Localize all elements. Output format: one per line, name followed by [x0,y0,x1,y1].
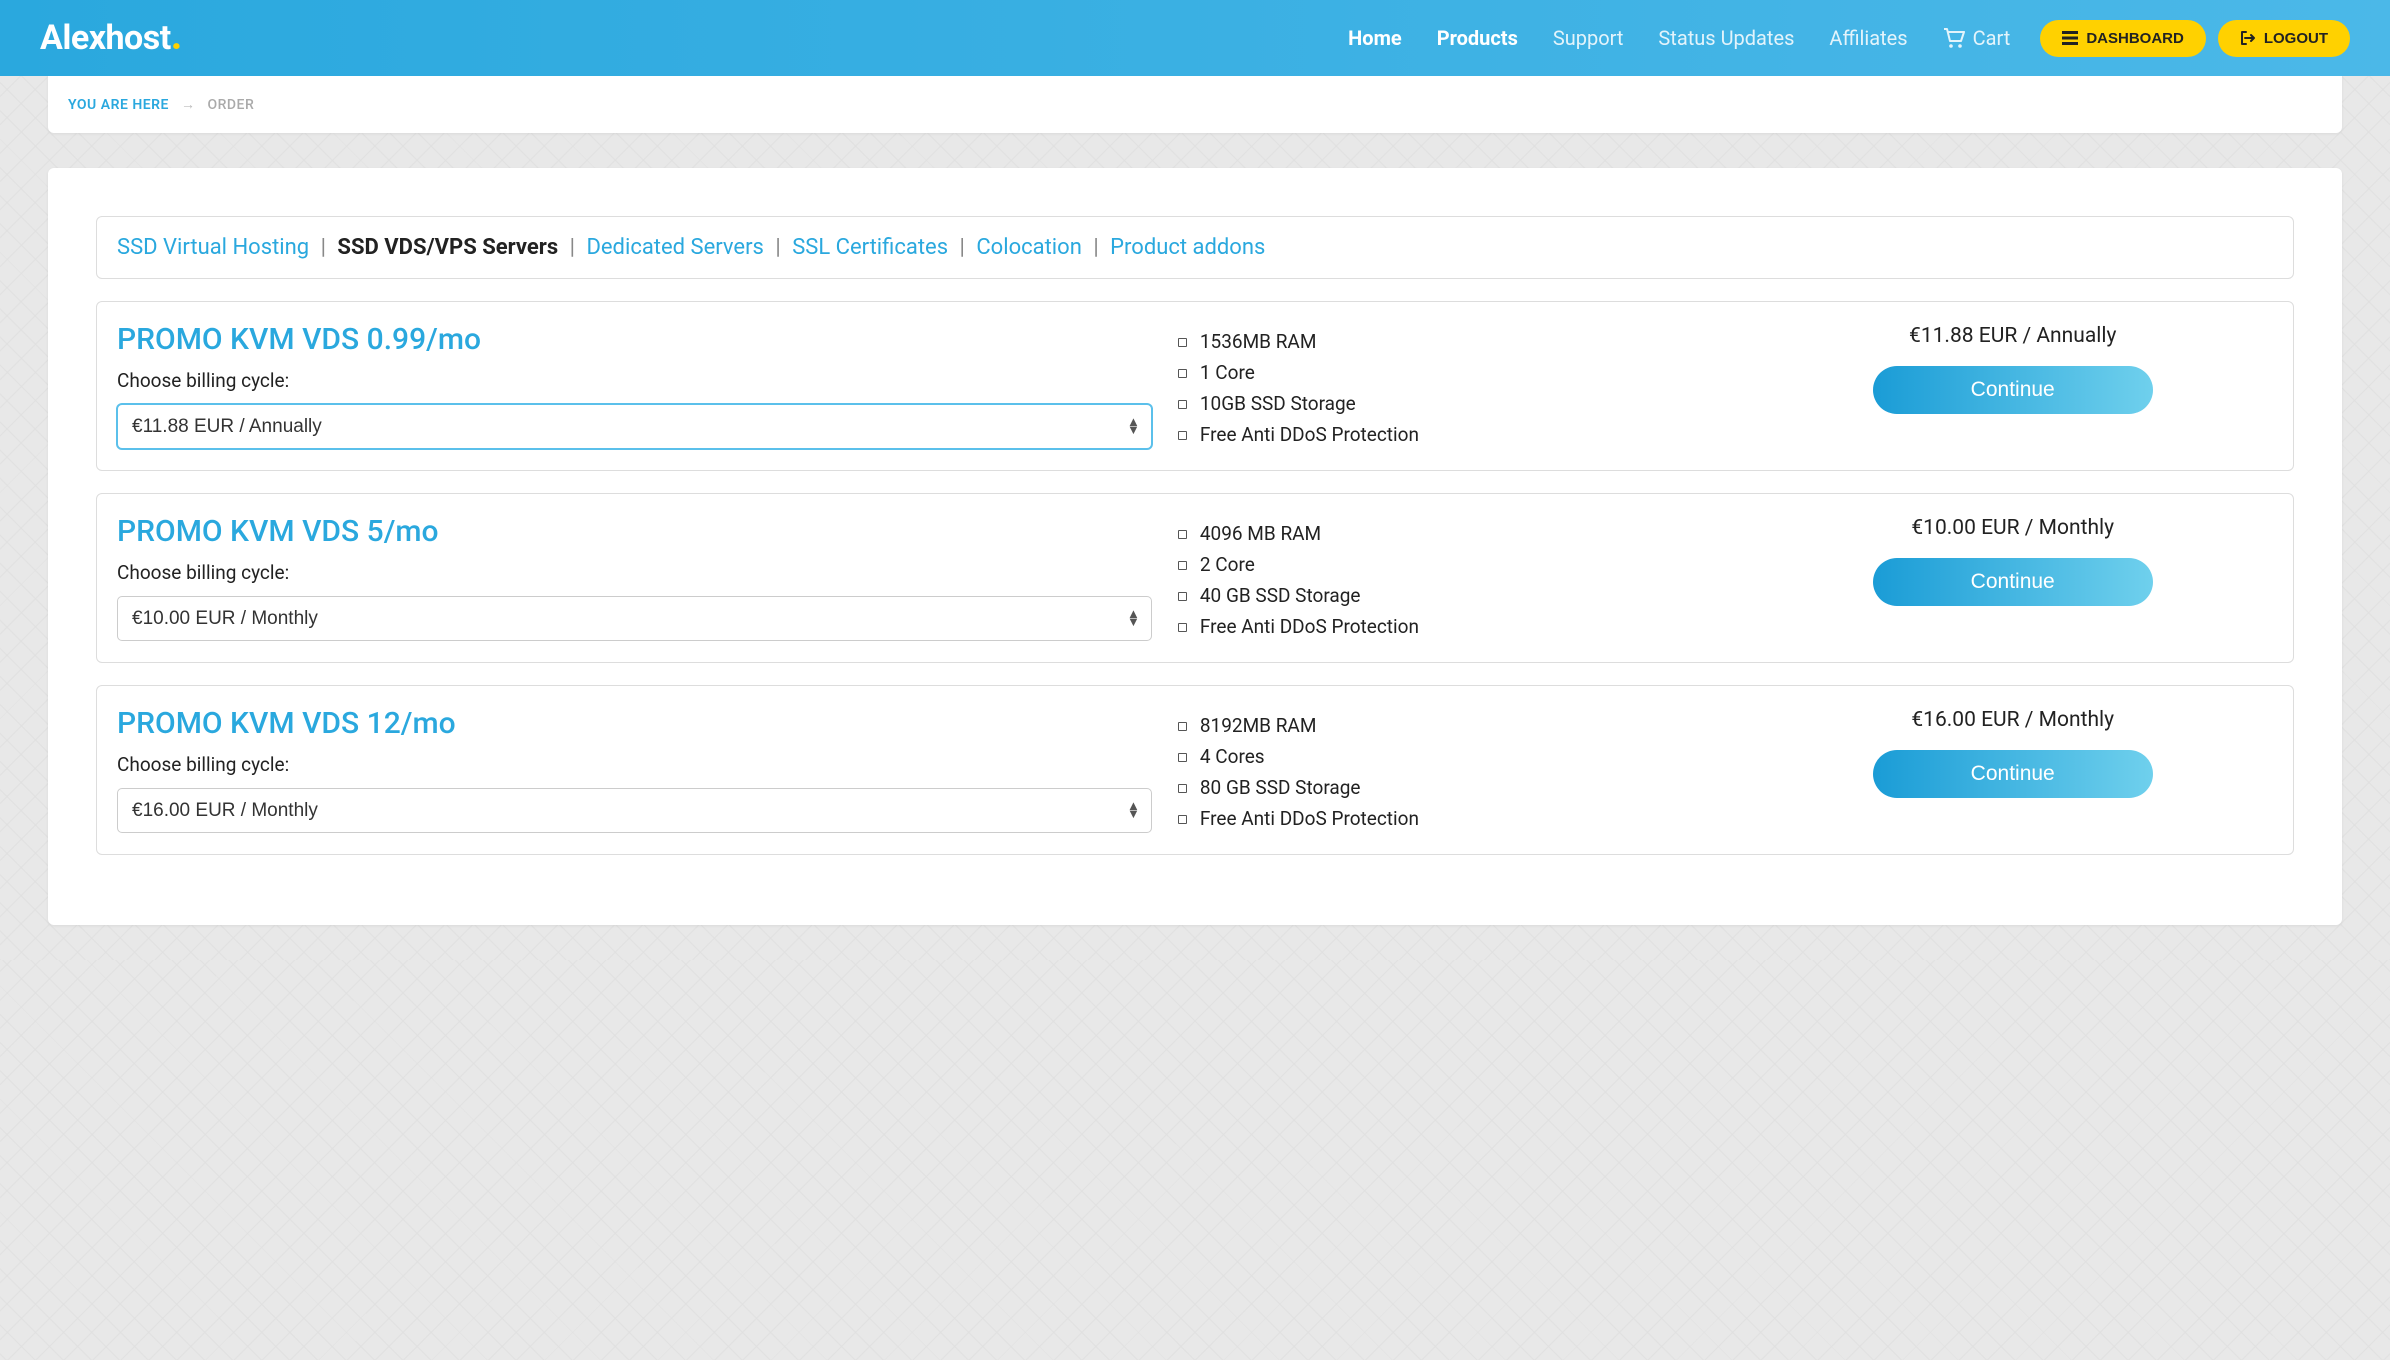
logo-text: Alexhost [40,18,171,58]
continue-button[interactable]: Continue [1873,750,2153,798]
product-specs: 1536MB RAM1 Core10GB SSD StorageFree Ant… [1172,322,1733,450]
specs-list: 4096 MB RAM2 Core40 GB SSD StorageFree A… [1172,518,1733,642]
select-wrap: €10.00 EUR / Monthly▲▼ [117,596,1152,641]
cart-label: Cart [1973,26,2011,50]
select-wrap: €16.00 EUR / Monthly▲▼ [117,788,1152,833]
spec-item: 8192MB RAM [1172,710,1733,741]
product-left: PROMO KVM VDS 5/mo Choose billing cycle: €… [117,514,1152,642]
separator: | [954,235,970,260]
products-container: PROMO KVM VDS 0.99/mo Choose billing cycl… [96,301,2294,855]
nav-link-support[interactable]: Support [1553,26,1624,50]
spec-item: 4 Cores [1172,741,1733,772]
breadcrumb-current: ORDER [207,97,254,113]
product-specs: 8192MB RAM4 Cores80 GB SSD StorageFree A… [1172,706,1733,834]
specs-list: 1536MB RAM1 Core10GB SSD StorageFree Ant… [1172,326,1733,450]
tab-ssd-vds-vps-servers[interactable]: SSD VDS/VPS Servers [337,235,558,260]
dashboard-button[interactable]: DASHBOARD [2040,20,2206,57]
nav-buttons: DASHBOARD LOGOUT [2040,20,2350,57]
logo-dot-icon: . [171,12,182,59]
billing-cycle-select[interactable]: €11.88 EUR / Annually [117,404,1152,449]
separator: | [770,235,786,260]
logout-button[interactable]: LOGOUT [2218,20,2350,57]
spec-item: 80 GB SSD Storage [1172,772,1733,803]
tab-product-addons[interactable]: Product addons [1110,235,1265,260]
continue-button[interactable]: Continue [1873,366,2153,414]
nav-link-status-updates[interactable]: Status Updates [1658,26,1794,50]
product-card: PROMO KVM VDS 12/mo Choose billing cycle:… [96,685,2294,855]
nav-link-affiliates[interactable]: Affiliates [1829,26,1907,50]
product-specs: 4096 MB RAM2 Core40 GB SSD StorageFree A… [1172,514,1733,642]
product-right: €16.00 EUR / Monthly Continue [1752,706,2273,834]
product-price: €10.00 EUR / Monthly [1752,516,2273,540]
billing-cycle-select[interactable]: €10.00 EUR / Monthly [117,596,1152,641]
cart-icon [1943,28,1965,48]
spec-item: Free Anti DDoS Protection [1172,419,1733,450]
spec-item: Free Anti DDoS Protection [1172,611,1733,642]
logo[interactable]: Alexhost. [40,18,182,58]
separator: | [315,235,331,260]
product-card: PROMO KVM VDS 5/mo Choose billing cycle: €… [96,493,2294,663]
tab-ssd-virtual-hosting[interactable]: SSD Virtual Hosting [117,235,309,260]
separator: | [1088,235,1104,260]
product-right: €11.88 EUR / Annually Continue [1752,322,2273,450]
billing-label: Choose billing cycle: [117,561,1152,584]
product-price: €16.00 EUR / Monthly [1752,708,2273,732]
navbar: Alexhost. Home Products Support Status Upda… [0,0,2390,76]
product-card: PROMO KVM VDS 0.99/mo Choose billing cycl… [96,301,2294,471]
spec-item: 40 GB SSD Storage [1172,580,1733,611]
spec-item: Free Anti DDoS Protection [1172,803,1733,834]
dashboard-label: DASHBOARD [2086,30,2184,47]
cart-link[interactable]: Cart [1943,26,2011,50]
product-left: PROMO KVM VDS 12/mo Choose billing cycle:… [117,706,1152,834]
specs-list: 8192MB RAM4 Cores80 GB SSD StorageFree A… [1172,710,1733,834]
spec-item: 2 Core [1172,549,1733,580]
product-title[interactable]: PROMO KVM VDS 5/mo [117,514,1152,549]
separator: | [564,235,580,260]
billing-label: Choose billing cycle: [117,369,1152,392]
select-wrap: €11.88 EUR / Annually▲▼ [117,404,1152,449]
spec-item: 1536MB RAM [1172,326,1733,357]
tab-colocation[interactable]: Colocation [976,235,1082,260]
spec-item: 1 Core [1172,357,1733,388]
breadcrumb-card: YOU ARE HERE → ORDER [48,76,2342,133]
nav-links: Home Products Support Status Updates Affilia… [1348,26,2010,50]
continue-button[interactable]: Continue [1873,558,2153,606]
dashboard-icon [2062,31,2078,45]
main-content: SSD Virtual Hosting | SSD VDS/VPS Server… [48,168,2342,925]
nav-link-products[interactable]: Products [1437,26,1518,50]
product-right: €10.00 EUR / Monthly Continue [1752,514,2273,642]
tab-ssl-certificates[interactable]: SSL Certificates [792,235,948,260]
product-price: €11.88 EUR / Annually [1752,324,2273,348]
category-tabs: SSD Virtual Hosting | SSD VDS/VPS Server… [96,216,2294,279]
nav-link-home[interactable]: Home [1348,26,1402,50]
logout-label: LOGOUT [2264,30,2328,47]
logout-icon [2240,30,2256,46]
billing-label: Choose billing cycle: [117,753,1152,776]
billing-cycle-select[interactable]: €16.00 EUR / Monthly [117,788,1152,833]
arrow-right-icon: → [181,96,196,113]
tab-dedicated-servers[interactable]: Dedicated Servers [586,235,763,260]
breadcrumb: YOU ARE HERE → ORDER [68,96,2322,113]
product-left: PROMO KVM VDS 0.99/mo Choose billing cycl… [117,322,1152,450]
spec-item: 10GB SSD Storage [1172,388,1733,419]
spec-item: 4096 MB RAM [1172,518,1733,549]
product-title[interactable]: PROMO KVM VDS 0.99/mo [117,322,1152,357]
breadcrumb-root[interactable]: YOU ARE HERE [68,97,169,113]
product-title[interactable]: PROMO KVM VDS 12/mo [117,706,1152,741]
